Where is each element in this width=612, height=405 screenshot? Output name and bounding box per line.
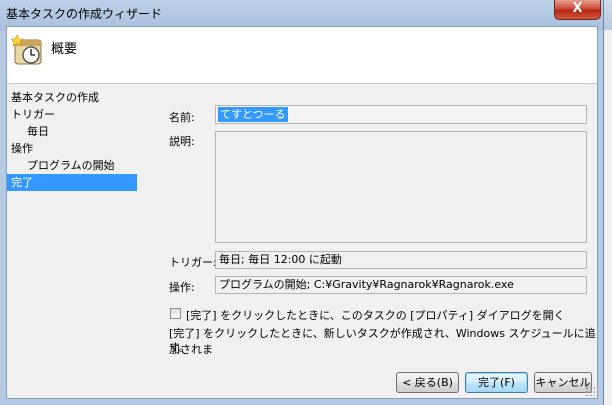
name-field-value: てすとつーる: [218, 107, 288, 122]
nav-step-start-program: プログラムの開始: [27, 159, 115, 172]
name-label: 名前:: [169, 111, 195, 124]
wizard-steps-nav: 基本タスクの作成 トリガー 毎日 操作 プログラムの開始 完了: [7, 89, 147, 191]
info-text-line2: す。: [169, 341, 190, 354]
nav-step-action: 操作: [11, 142, 33, 155]
trigger-field[interactable]: 毎日; 毎日 12:00 に起動: [215, 251, 587, 269]
resize-grip[interactable]: [585, 386, 595, 396]
nav-step-create-basic-task: 基本タスクの作成: [11, 91, 99, 104]
open-properties-label[interactable]: [完了] をクリックしたときに、このタスクの [プロパティ] ダイアログを開く: [186, 307, 565, 323]
window-title: 基本タスクの作成ウィザード: [6, 7, 163, 21]
wizard-window: 基本タスクの作成ウィザード X 概要 基本タスクの作成 トリガー 毎日 操作 プ…: [0, 0, 604, 405]
wizard-header: 概要: [7, 27, 597, 84]
page-title: 概要: [51, 42, 78, 57]
action-label: 操作:: [169, 281, 195, 294]
task-clock-icon: [11, 34, 42, 65]
nav-step-finish: 完了: [7, 174, 137, 191]
title-bar[interactable]: 基本タスクの作成ウィザード X: [0, 0, 604, 26]
name-field[interactable]: てすとつーる: [215, 105, 587, 124]
open-properties-checkbox[interactable]: [170, 308, 181, 319]
wizard-client-area: 概要 基本タスクの作成 トリガー 毎日 操作 プログラムの開始 完了 名前: て…: [6, 26, 598, 399]
cancel-button[interactable]: キャンセル: [534, 372, 592, 393]
nav-step-daily: 毎日: [27, 125, 49, 138]
description-field[interactable]: [215, 131, 587, 243]
description-label: 説明:: [169, 135, 195, 148]
action-field[interactable]: プログラムの開始; C:¥Gravity¥Ragnarok¥Ragnarok.e…: [215, 276, 587, 294]
trigger-label: トリガー:: [169, 256, 217, 269]
close-button[interactable]: X: [554, 0, 601, 20]
back-button[interactable]: < 戻る(B): [396, 372, 459, 393]
info-text-line1: [完了] をクリックしたときに、新しいタスクが作成され、Windows スケジュ…: [169, 327, 596, 356]
nav-step-trigger: トリガー: [11, 108, 55, 121]
finish-button[interactable]: 完了(F): [465, 372, 528, 393]
